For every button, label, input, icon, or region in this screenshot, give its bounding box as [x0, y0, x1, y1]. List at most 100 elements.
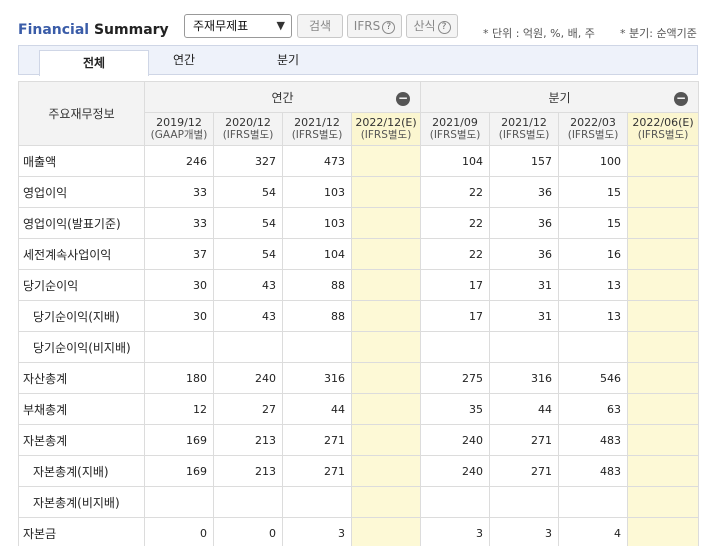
table-cell: 104 [420, 145, 491, 177]
table-cell [350, 393, 422, 425]
row-label: 자본금 [18, 517, 145, 546]
table-cell [282, 331, 352, 363]
period-date: 2022/03 [570, 116, 616, 129]
table-cell: 31 [489, 269, 560, 301]
annual-group-header: 연간 − [143, 81, 422, 113]
table-cell: 22 [420, 238, 491, 270]
table-cell [282, 486, 352, 518]
table-cell [627, 176, 700, 208]
table-cell [627, 207, 700, 239]
table-cell [627, 393, 700, 425]
table-cell [627, 145, 700, 177]
period-header: 2021/12 (IFRS별도) [489, 112, 560, 146]
table-cell: 35 [420, 393, 491, 425]
table-cell [627, 269, 700, 301]
table-cell: 36 [489, 238, 560, 270]
select-value: 주재무제표 [193, 19, 249, 33]
row-label: 영업이익(발표기준) [18, 207, 145, 239]
table-row: 세전계속사업이익 37 54 104 22 36 16 [18, 238, 700, 270]
formula-button[interactable]: 산식? [406, 14, 458, 38]
period-basis: (IFRS별도) [222, 129, 274, 141]
table-cell: 271 [282, 424, 352, 456]
table-cell: 33 [144, 176, 214, 208]
row-label: 자산총계 [18, 362, 145, 394]
period-date: 2022/12(E) [355, 116, 417, 129]
period-basis: (GAAP개별) [150, 129, 208, 141]
table-cell: 316 [489, 362, 560, 394]
period-date: 2021/09 [432, 116, 478, 129]
table-cell: 13 [558, 269, 629, 301]
table-cell: 15 [558, 176, 629, 208]
table-cell: 54 [213, 176, 283, 208]
period-date: 2019/12 [156, 116, 202, 129]
table-cell: 31 [489, 300, 560, 332]
table-cell: 22 [420, 176, 491, 208]
help-icon[interactable]: ? [382, 21, 396, 34]
table-cell: 0 [213, 517, 283, 546]
period-header: 2022/06(E) (IFRS별도) [627, 112, 700, 146]
row-label: 자본총계(비지배) [18, 486, 145, 518]
tab-annual[interactable]: 연간 [129, 46, 239, 75]
table-cell: 213 [213, 455, 283, 487]
table-cell: 473 [282, 145, 352, 177]
table-cell: 22 [420, 207, 491, 239]
table-row: 부채총계 12 27 44 35 44 63 [18, 393, 700, 425]
table-cell: 483 [558, 424, 629, 456]
table-cell [350, 238, 422, 270]
row-label: 당기순이익(비지배) [18, 331, 145, 363]
table-cell: 546 [558, 362, 629, 394]
table-cell: 213 [213, 424, 283, 456]
table-row: 자본총계 169 213 271 240 271 483 [18, 424, 700, 456]
statement-type-select[interactable]: 주재무제표 ▼ [184, 14, 292, 38]
row-label: 당기순이익(지배) [18, 300, 145, 332]
table-cell [627, 331, 700, 363]
table-row: 자본총계(비지배) [18, 486, 700, 518]
table-cell [558, 331, 629, 363]
period-basis: (IFRS별도) [637, 129, 689, 141]
table-cell: 36 [489, 176, 560, 208]
tab-quarterly[interactable]: 분기 [233, 46, 343, 75]
table-cell: 169 [144, 424, 214, 456]
table-cell [627, 300, 700, 332]
table-cell: 240 [420, 455, 491, 487]
table-cell [350, 145, 422, 177]
search-button[interactable]: 검색 [297, 14, 343, 38]
table-cell: 54 [213, 207, 283, 239]
unit-note: * 단위 : 억원, %, 배, 주 [483, 27, 595, 40]
table-cell: 43 [213, 300, 283, 332]
table-cell [350, 300, 422, 332]
period-basis: (IFRS별도) [291, 129, 343, 141]
table-cell: 27 [213, 393, 283, 425]
table-cell: 240 [213, 362, 283, 394]
period-header: 2021/09 (IFRS별도) [420, 112, 491, 146]
table-cell: 12 [144, 393, 214, 425]
table-cell: 44 [489, 393, 560, 425]
period-header: 2020/12 (IFRS별도) [213, 112, 283, 146]
row-label: 세전계속사업이익 [18, 238, 145, 270]
table-cell: 4 [558, 517, 629, 546]
page-title: Financial Summary [18, 22, 169, 38]
table-cell [350, 269, 422, 301]
ifrs-button[interactable]: IFRS? [347, 14, 402, 38]
collapse-quarter-icon[interactable]: − [674, 92, 689, 106]
quarter-basis-note: * 분기: 순액기준 [620, 27, 697, 40]
help-icon[interactable]: ? [437, 21, 451, 34]
table-cell: 37 [144, 238, 214, 270]
table-cell [350, 424, 422, 456]
collapse-annual-icon[interactable]: − [396, 92, 411, 106]
table-cell [627, 362, 700, 394]
table-cell [350, 517, 422, 546]
table-cell: 44 [282, 393, 352, 425]
period-date: 2020/12 [225, 116, 271, 129]
table-row: 매출액 246 327 473 104 157 100 [18, 145, 700, 177]
table-cell: 0 [144, 517, 214, 546]
table-row: 영업이익 33 54 103 22 36 15 [18, 176, 700, 208]
table-cell: 103 [282, 207, 352, 239]
chevron-down-icon: ▼ [276, 19, 285, 32]
table-cell: 33 [144, 207, 214, 239]
period-header: 2022/12(E) (IFRS별도) [350, 112, 422, 146]
table-cell: 15 [558, 207, 629, 239]
table-row: 자산총계 180 240 316 275 316 546 [18, 362, 700, 394]
table-cell: 246 [144, 145, 214, 177]
period-basis: (IFRS별도) [498, 129, 550, 141]
